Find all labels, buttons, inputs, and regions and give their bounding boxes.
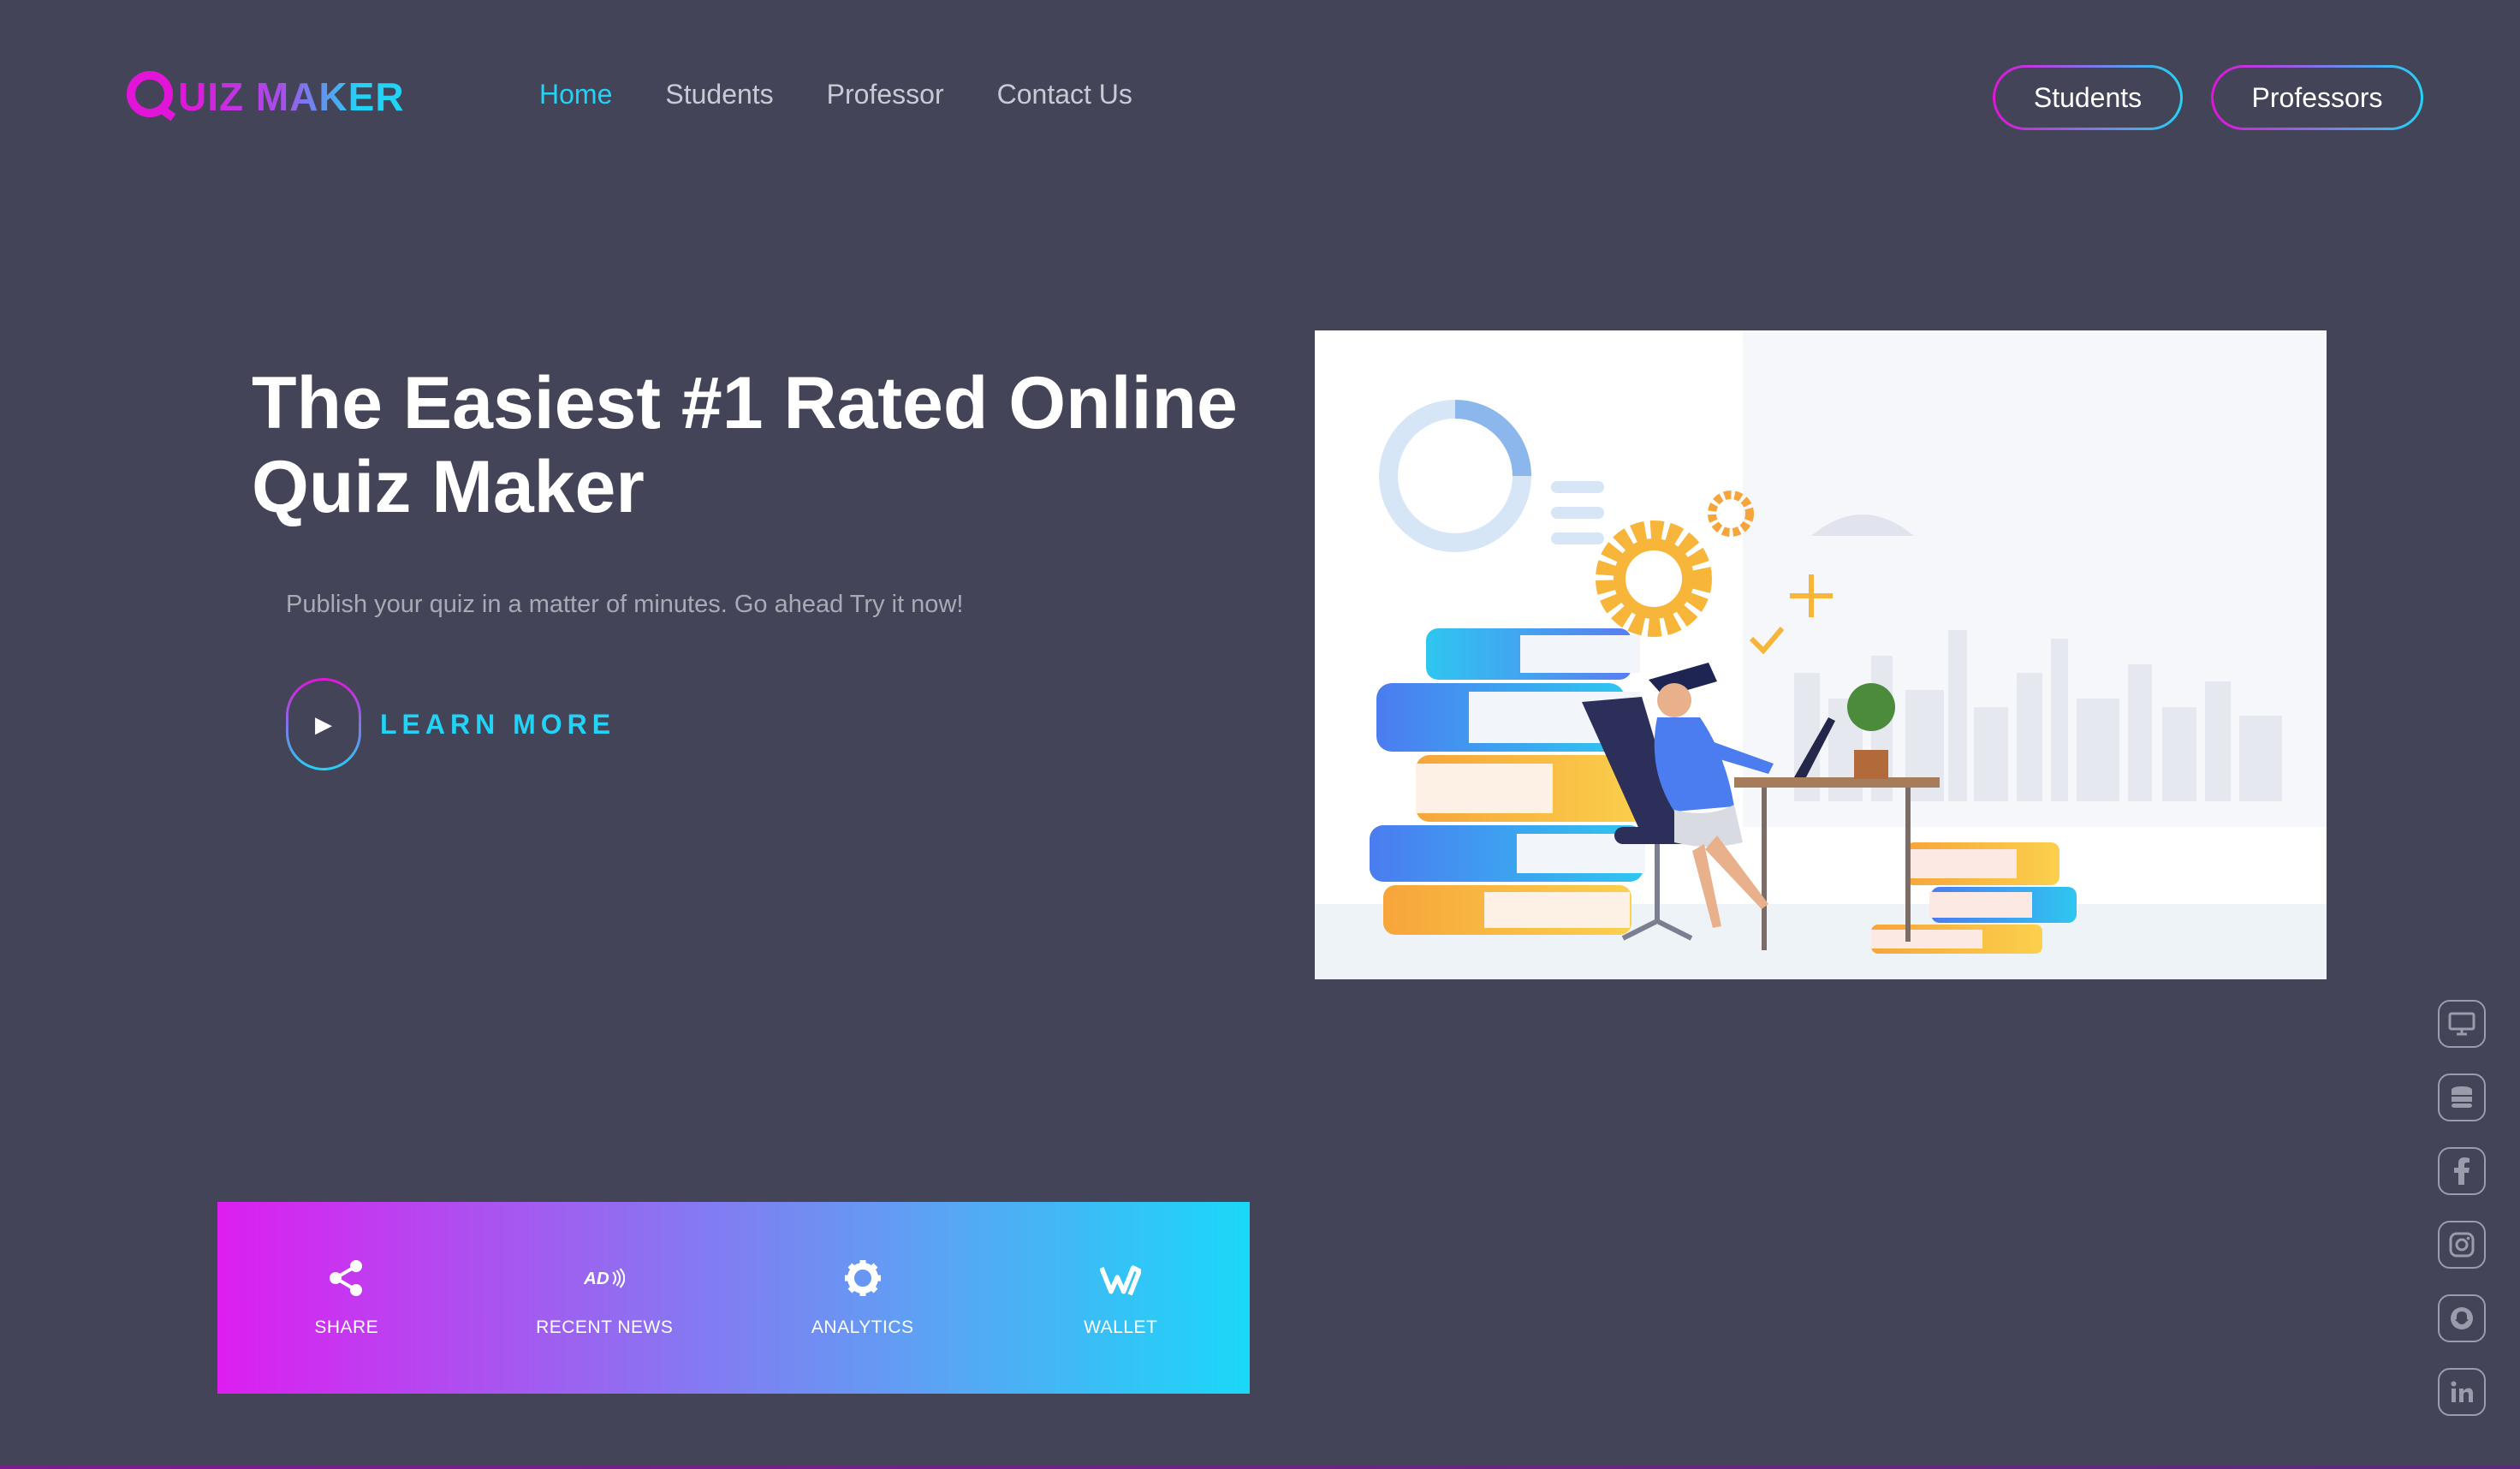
- ad-icon: AD: [584, 1258, 626, 1299]
- learn-more-label: LEARN MORE: [380, 708, 616, 740]
- nav-home[interactable]: Home: [539, 79, 612, 110]
- feature-recent-news[interactable]: AD RECENT NEWS: [476, 1202, 734, 1394]
- students-button-label: Students: [1995, 68, 2180, 128]
- gear-icon: [842, 1258, 883, 1299]
- feature-analytics-label: ANALYTICS: [811, 1317, 914, 1337]
- hero-title: The Easiest #1 Rated Online Quiz Maker: [252, 362, 1238, 528]
- feature-share-label: SHARE: [314, 1317, 379, 1337]
- feature-wallet-label: WALLET: [1084, 1317, 1158, 1337]
- hero-subtitle: Publish your quiz in a matter of minutes…: [286, 591, 964, 618]
- students-button[interactable]: Students: [1993, 65, 2183, 130]
- feature-bar: SHARE AD RECENT NEWS ANALYTICS WALLET: [217, 1202, 1250, 1394]
- feature-analytics[interactable]: ANALYTICS: [734, 1202, 992, 1394]
- svg-text:AD: AD: [584, 1269, 609, 1288]
- main-nav: Home Students Professor Contact Us: [539, 79, 1186, 110]
- share-icon: [326, 1258, 367, 1299]
- nav-students[interactable]: Students: [665, 79, 773, 110]
- professors-button-label: Professors: [2214, 68, 2421, 128]
- feature-recent-news-label: RECENT NEWS: [536, 1317, 674, 1337]
- facebook-icon[interactable]: [2438, 1147, 2486, 1195]
- logo[interactable]: UIZ MAKER: [127, 68, 405, 120]
- play-button[interactable]: ▶: [286, 678, 361, 770]
- bottom-accent-line: [0, 1466, 2520, 1469]
- hero-illustration: [1315, 330, 2327, 979]
- learn-more-button[interactable]: ▶ LEARN MORE: [286, 678, 615, 770]
- linkedin-icon[interactable]: [2438, 1368, 2486, 1416]
- play-icon: ▶: [288, 681, 359, 768]
- nav-professor[interactable]: Professor: [827, 79, 944, 110]
- monitor-icon[interactable]: [2438, 1000, 2486, 1048]
- social-links: [2438, 1000, 2486, 1416]
- student-studying-illustration: [1315, 330, 2327, 979]
- database-icon[interactable]: [2438, 1074, 2486, 1121]
- snapchat-icon[interactable]: [2438, 1294, 2486, 1342]
- logo-q-mark: [127, 71, 173, 117]
- feature-wallet[interactable]: WALLET: [992, 1202, 1251, 1394]
- professors-button[interactable]: Professors: [2211, 65, 2423, 130]
- feature-share[interactable]: SHARE: [217, 1202, 476, 1394]
- instagram-icon[interactable]: [2438, 1221, 2486, 1269]
- nav-contact-us[interactable]: Contact Us: [997, 79, 1132, 110]
- logo-text: UIZ MAKER: [178, 74, 405, 119]
- wallet-icon: [1100, 1258, 1142, 1299]
